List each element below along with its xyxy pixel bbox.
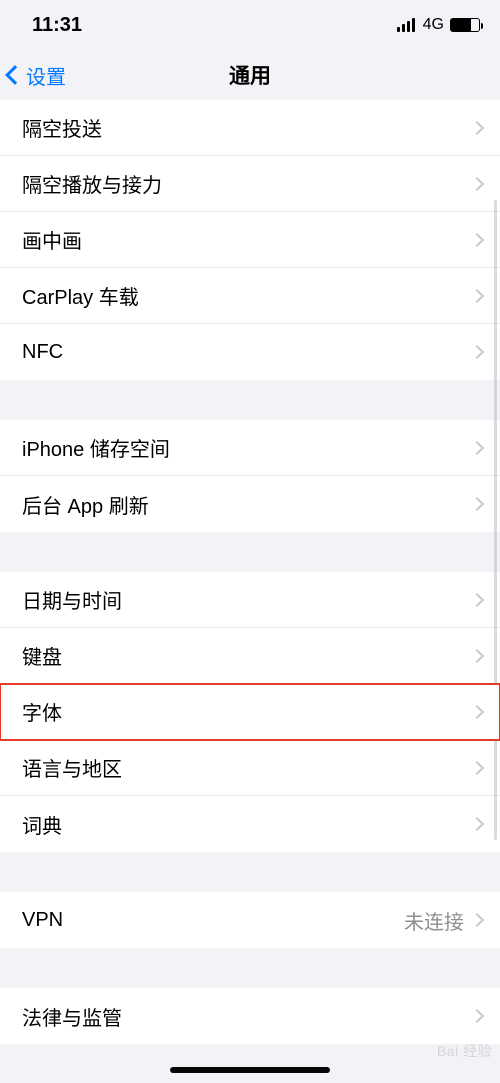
settings-row[interactable]: 字体 xyxy=(0,684,500,740)
row-label: 法律与监管 xyxy=(22,1002,472,1031)
section-gap xyxy=(0,948,500,988)
chevron-right-icon xyxy=(470,288,484,302)
settings-row[interactable]: CarPlay 车载 xyxy=(0,268,500,324)
section: iPhone 储存空间后台 App 刷新 xyxy=(0,420,500,532)
chevron-right-icon xyxy=(470,592,484,606)
row-label: 字体 xyxy=(22,697,472,726)
row-label: 后台 App 刷新 xyxy=(22,490,472,519)
chevron-left-icon xyxy=(5,65,25,85)
chevron-right-icon xyxy=(470,120,484,134)
settings-row[interactable]: 隔空投送 xyxy=(0,100,500,156)
settings-row[interactable]: iPhone 储存空间 xyxy=(0,420,500,476)
row-label: CarPlay 车载 xyxy=(22,281,472,310)
settings-row[interactable]: 隔空播放与接力 xyxy=(0,156,500,212)
chevron-right-icon xyxy=(470,760,484,774)
section-gap xyxy=(0,380,500,420)
settings-row[interactable]: 词典 xyxy=(0,796,500,852)
row-label: iPhone 储存空间 xyxy=(22,433,472,462)
settings-row[interactable]: 法律与监管 xyxy=(0,988,500,1044)
section-gap xyxy=(0,852,500,892)
row-label: 画中画 xyxy=(22,225,472,254)
status-bar: 11:31 4G xyxy=(0,0,500,50)
settings-row[interactable]: 画中画 xyxy=(0,212,500,268)
home-indicator[interactable] xyxy=(170,1067,330,1073)
chevron-right-icon xyxy=(470,345,484,359)
row-label: 语言与地区 xyxy=(22,753,472,782)
signal-icon xyxy=(397,18,415,32)
status-time: 11:31 xyxy=(32,14,82,37)
section: 日期与时间键盘字体语言与地区词典 xyxy=(0,572,500,852)
row-label: 日期与时间 xyxy=(22,585,472,614)
chevron-right-icon xyxy=(470,176,484,190)
settings-row[interactable]: 语言与地区 xyxy=(0,740,500,796)
chevron-right-icon xyxy=(470,704,484,718)
section: VPN未连接 xyxy=(0,892,500,948)
settings-row[interactable]: 键盘 xyxy=(0,628,500,684)
settings-row[interactable]: VPN未连接 xyxy=(0,892,500,948)
battery-icon xyxy=(450,18,480,32)
section: 法律与监管 xyxy=(0,988,500,1044)
settings-row[interactable]: 日期与时间 xyxy=(0,572,500,628)
row-label: 隔空播放与接力 xyxy=(22,169,472,198)
row-label: NFC xyxy=(22,341,472,364)
page-title: 通用 xyxy=(0,60,500,90)
row-label: 键盘 xyxy=(22,641,472,670)
section-gap xyxy=(0,532,500,572)
chevron-right-icon xyxy=(470,1009,484,1023)
back-button[interactable]: 设置 xyxy=(8,61,66,90)
row-label: VPN xyxy=(22,909,404,932)
chevron-right-icon xyxy=(470,440,484,454)
settings-row[interactable]: NFC xyxy=(0,324,500,380)
section: 隔空投送隔空播放与接力画中画 CarPlay 车载 NFC xyxy=(0,100,500,380)
row-label: 词典 xyxy=(22,810,472,839)
scroll-indicator[interactable] xyxy=(494,200,497,840)
settings-row[interactable]: 后台 App 刷新 xyxy=(0,476,500,532)
nav-bar: 设置 通用 xyxy=(0,50,500,100)
row-label: 隔空投送 xyxy=(22,113,472,142)
row-detail: 未连接 xyxy=(404,906,464,935)
chevron-right-icon xyxy=(470,913,484,927)
settings-list: 隔空投送隔空播放与接力画中画 CarPlay 车载 NFC iPhone 储存空间后台… xyxy=(0,100,500,1044)
chevron-right-icon xyxy=(470,497,484,511)
chevron-right-icon xyxy=(470,232,484,246)
network-label: 4G xyxy=(423,16,444,34)
watermark: Bai 经验 xyxy=(437,1041,492,1061)
status-right: 4G xyxy=(397,16,480,34)
chevron-right-icon xyxy=(470,817,484,831)
chevron-right-icon xyxy=(470,648,484,662)
back-label: 设置 xyxy=(26,61,66,90)
